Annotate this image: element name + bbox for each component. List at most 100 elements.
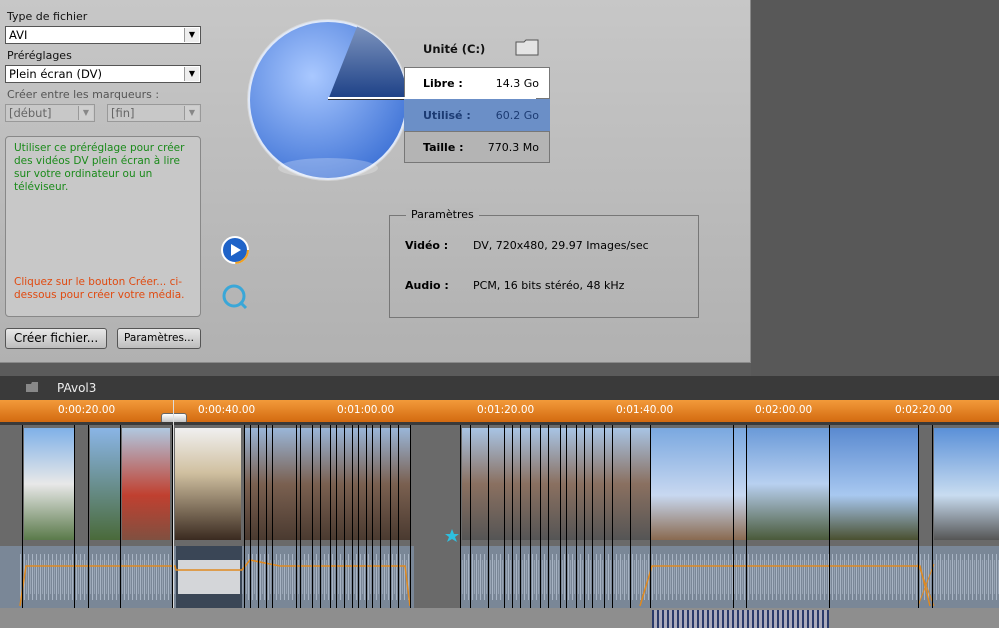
video-clip[interactable] (175, 428, 241, 540)
clip-boundary (530, 546, 531, 608)
video-clip[interactable] (934, 428, 999, 540)
clip-boundary (592, 546, 593, 608)
marker-start-select[interactable]: [début] ▼ (5, 104, 95, 122)
clip-boundary (390, 425, 391, 546)
star-icon[interactable] (445, 529, 459, 543)
chevron-down-icon[interactable]: ▼ (184, 28, 199, 42)
clip-boundary (398, 546, 399, 608)
drive-unit-label: Unité (C:) (423, 42, 486, 56)
quicktime-icon[interactable] (221, 283, 249, 311)
windows-media-icon[interactable] (220, 235, 250, 265)
disk-usage-pie (247, 19, 409, 181)
clip-boundary (918, 425, 919, 546)
clip-boundary (560, 425, 561, 546)
free-label: Libre : (423, 77, 463, 90)
timeline-ruler[interactable]: 0:00:20.00 0:00:40.00 0:01:00.00 0:01:20… (0, 400, 999, 424)
settings-button[interactable]: Paramètres... (117, 328, 201, 349)
audio-value: PCM, 16 bits stéréo, 48 kHz (473, 279, 625, 292)
project-name: PAvol3 (57, 381, 97, 395)
size-label: Taille : (423, 141, 464, 154)
marker-end-value: [fin] (111, 106, 135, 120)
clip-boundary (358, 546, 359, 608)
folder-icon[interactable] (515, 38, 540, 57)
video-clip[interactable] (122, 428, 170, 540)
audio-track[interactable] (0, 546, 999, 608)
create-hint-text: Cliquez sur le bouton Créer... ci-dessou… (14, 276, 185, 301)
clip-boundary (336, 546, 337, 608)
clip-boundary (746, 546, 747, 608)
create-file-button[interactable]: Créer fichier... (5, 328, 107, 349)
preview-background (751, 0, 999, 376)
markers-label: Créer entre les marqueurs : (7, 88, 160, 101)
clip-boundary (74, 546, 75, 608)
clip-boundary (74, 425, 75, 546)
clip-boundary (352, 425, 353, 546)
clip-boundary (488, 546, 489, 608)
folder-icon[interactable] (26, 382, 39, 393)
clip-boundary (266, 425, 267, 546)
video-value: DV, 720x480, 29.97 Images/sec (473, 239, 649, 252)
clip-boundary (22, 546, 23, 608)
clip-boundary (548, 425, 549, 546)
presets-label: Préréglages (7, 49, 72, 62)
clip-boundary (366, 546, 367, 608)
video-track[interactable] (0, 425, 999, 546)
clip-boundary (336, 425, 337, 546)
video-clip[interactable] (747, 428, 829, 540)
clip-boundary (266, 546, 267, 608)
clip-boundary (560, 546, 561, 608)
clip-boundary (330, 546, 331, 608)
clip-boundary (460, 425, 461, 546)
export-settings-panel: Type de fichier AVI ▼ Préréglages Plein … (0, 0, 751, 363)
clip-boundary (584, 546, 585, 608)
clip-boundary (630, 546, 631, 608)
clip-boundary (366, 425, 367, 546)
clip-boundary (300, 546, 301, 608)
clip-boundary (372, 546, 373, 608)
clip-boundary (592, 425, 593, 546)
clip-boundary (320, 546, 321, 608)
clip-boundary (312, 425, 313, 546)
marker-end-select[interactable]: [fin] ▼ (107, 104, 201, 122)
clip-boundary (372, 425, 373, 546)
video-clip[interactable] (90, 428, 120, 540)
file-type-select[interactable]: AVI ▼ (5, 26, 201, 44)
clip-boundary (520, 546, 521, 608)
audio-clip-segment[interactable] (652, 610, 829, 628)
presets-select[interactable]: Plein écran (DV) ▼ (5, 65, 201, 83)
file-type-value: AVI (9, 28, 28, 42)
parameters-title: Paramètres (406, 208, 479, 221)
clip-boundary (296, 546, 297, 608)
clip-boundary (300, 425, 301, 546)
clip-boundary (258, 425, 259, 546)
clip-boundary (344, 546, 345, 608)
parameters-group: Paramètres Vidéo : DV, 720x480, 29.97 Im… (389, 208, 699, 318)
video-clip[interactable] (245, 428, 410, 540)
chevron-down-icon[interactable]: ▼ (184, 67, 199, 81)
video-clip[interactable] (462, 428, 650, 540)
clip-boundary (932, 546, 933, 608)
free-value: 14.3 Go (495, 77, 539, 90)
video-clip[interactable] (24, 428, 74, 540)
clip-boundary (604, 425, 605, 546)
clip-boundary (548, 546, 549, 608)
file-type-label: Type de fichier (7, 10, 88, 23)
clip-boundary (380, 546, 381, 608)
presets-value: Plein écran (DV) (9, 67, 102, 81)
clip-boundary (488, 425, 489, 546)
clip-boundary (272, 546, 273, 608)
clip-boundary (733, 546, 734, 608)
clip-boundary (312, 546, 313, 608)
clip-boundary (829, 425, 830, 546)
clip-boundary (250, 425, 251, 546)
ruler-tick-label: 0:00:20.00 (58, 404, 116, 416)
clip-boundary (612, 546, 613, 608)
chevron-down-icon[interactable]: ▼ (78, 106, 93, 120)
chevron-down-icon[interactable]: ▼ (184, 106, 199, 120)
video-clip[interactable] (830, 428, 918, 540)
clip-boundary (504, 425, 505, 546)
clip-boundary (540, 546, 541, 608)
clip-boundary (584, 425, 585, 546)
clip-boundary (352, 546, 353, 608)
clip-boundary (410, 425, 411, 546)
